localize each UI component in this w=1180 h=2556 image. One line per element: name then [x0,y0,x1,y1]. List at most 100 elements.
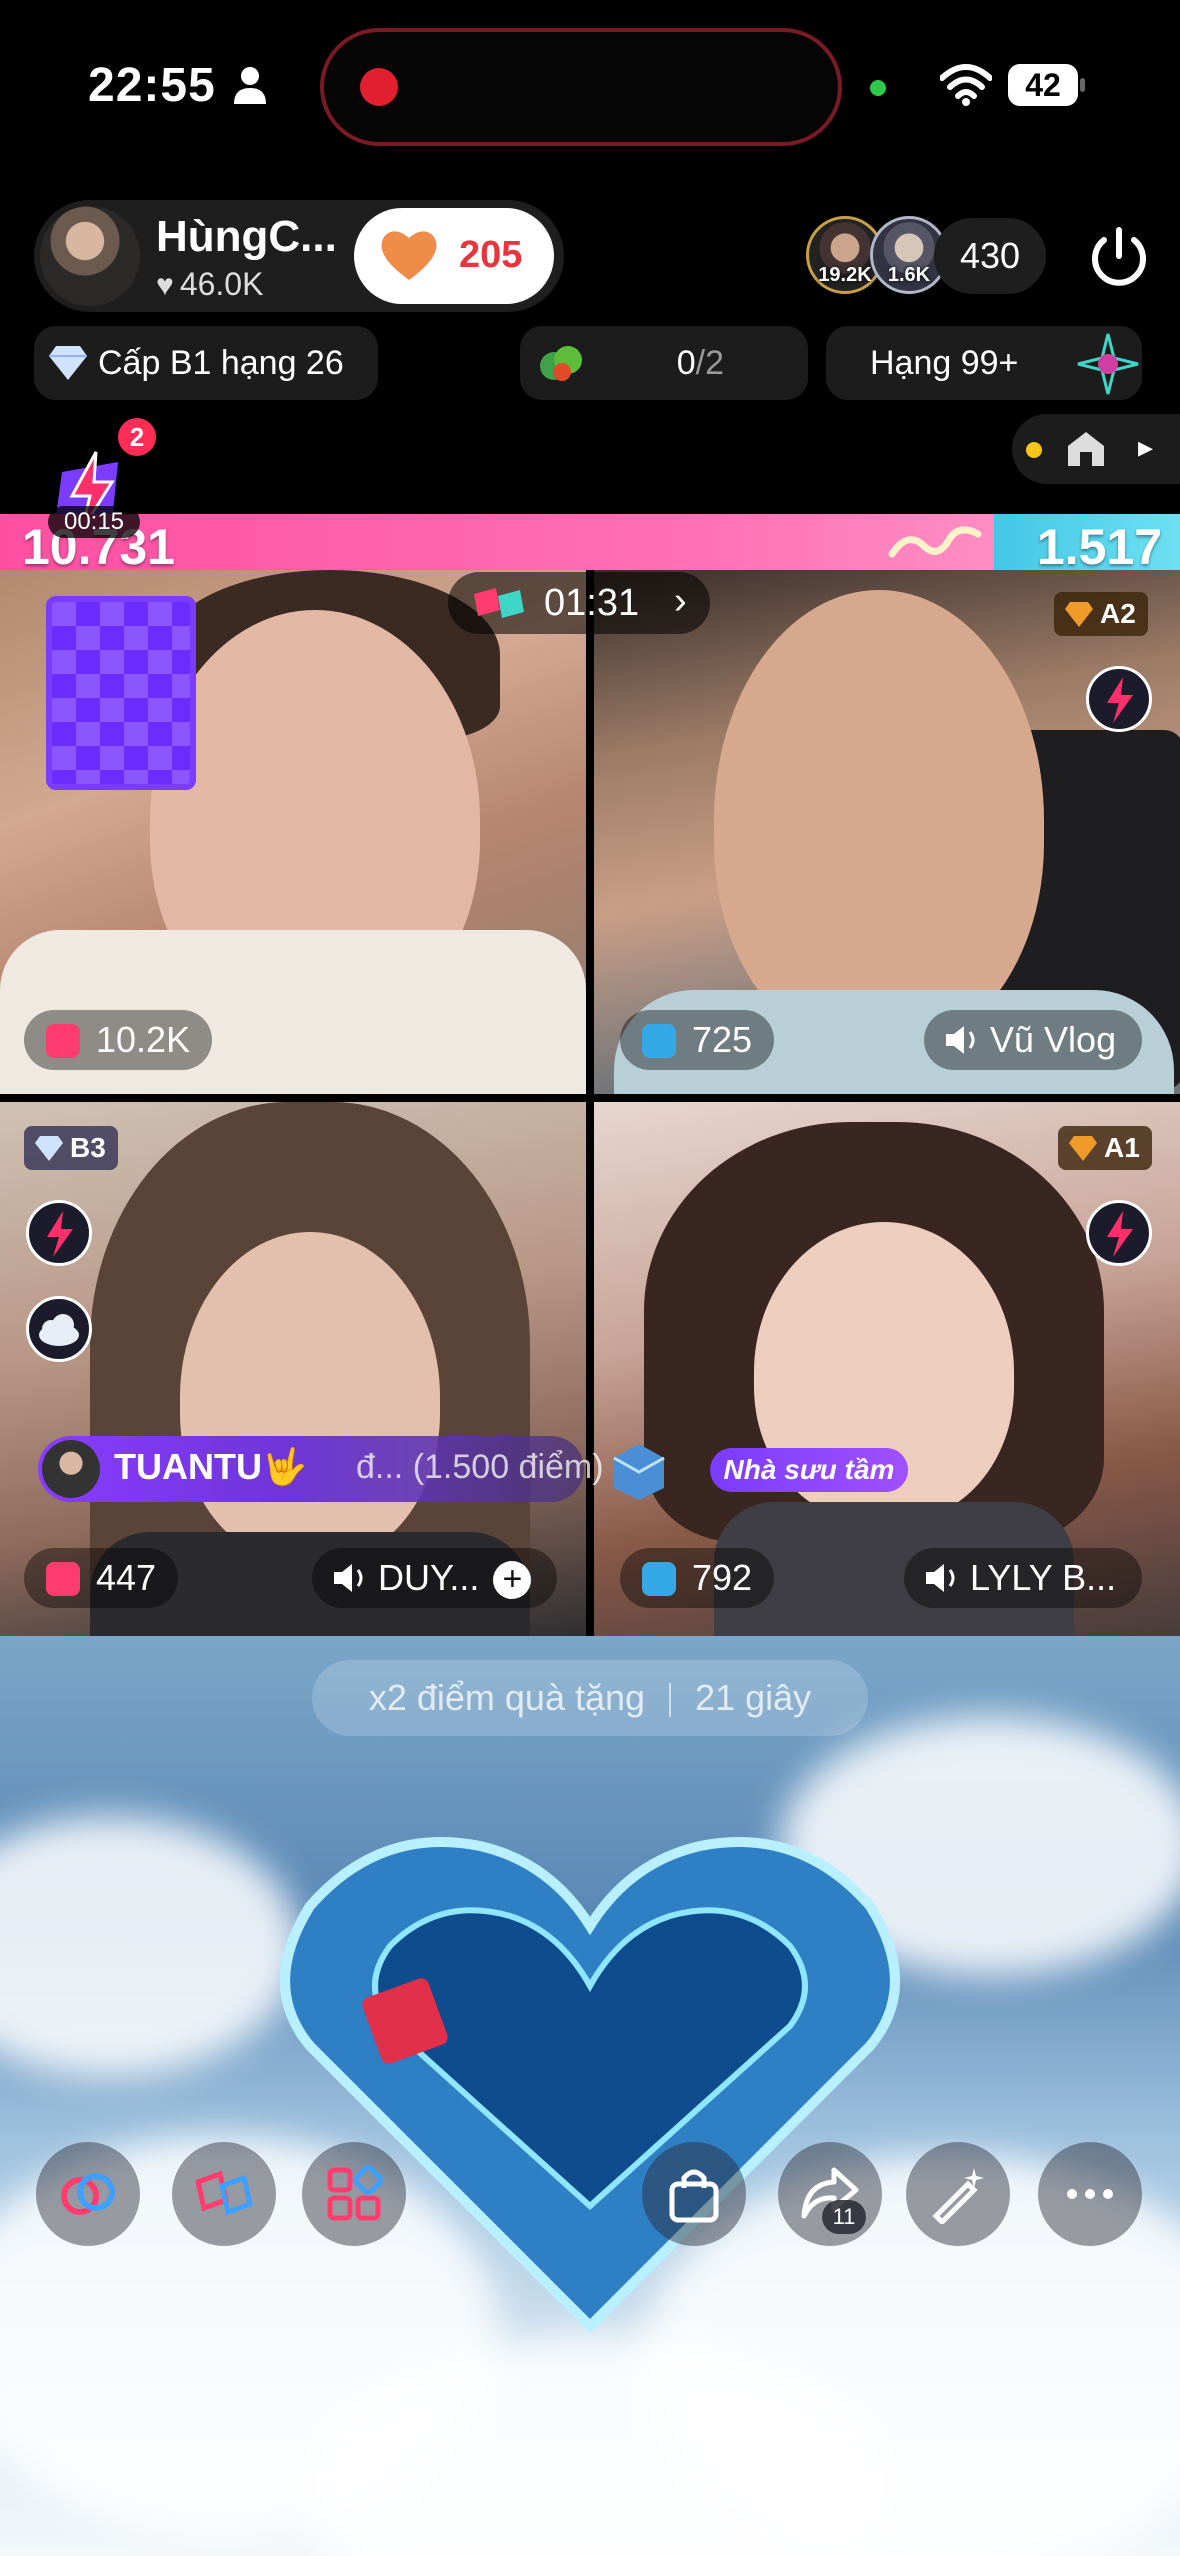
mini-controls[interactable]: ▸ [1012,414,1180,484]
alarm-icon [46,1024,80,1058]
vs-icon [474,588,524,618]
cloud-badge-icon[interactable] [26,1296,92,1362]
star-emblem-icon [1077,333,1139,395]
status-dot-icon [1026,442,1042,458]
bonus-banner: x2 điểm quà tặng 21 giây [312,1660,868,1736]
gift-score: 10.2K [96,1019,191,1060]
battery-icon: 42 [1008,64,1085,106]
level-label: Cấp B1 hạng 26 [98,344,344,382]
status-bar: 22:55 42 [0,0,1180,180]
host-name: HùngC... [156,212,337,261]
dragon-icon [888,526,982,558]
host-avatar[interactable] [40,206,140,306]
gift-score-pill[interactable]: 725 [620,1010,775,1070]
guest-name: Vũ Vlog [990,1019,1117,1060]
host-likes-count: 46.0K [179,266,264,302]
more-icon [1067,2189,1113,2199]
host-likes: ♥ 46.0K [156,266,263,303]
guest-name: DUY... [378,1557,480,1598]
gifter-avatar [42,1440,100,1498]
battle-score-bar: 10.731 1.517 [0,514,1180,575]
viewer-gift-count: 1.6K [887,264,931,286]
gift-animation-scene [0,1636,1180,2556]
score-right: 1.517 [1036,519,1162,575]
collector-badge: Nhà sưu tầm [710,1448,908,1492]
goal-chip[interactable]: 0/2 [520,326,808,400]
battle-timer[interactable]: 01:31 › [448,572,710,634]
level-chip: B3 [24,1126,118,1170]
shop-button[interactable] [642,2142,746,2246]
dynamic-island[interactable] [320,28,842,146]
gift-score-pill[interactable]: 10.2K [24,1010,213,1070]
top-viewers[interactable]: 19.2K 1.6K [806,216,948,300]
alarm-icon [642,1562,676,1596]
play-arrow-icon[interactable]: ▸ [1138,430,1153,465]
vs-icon [195,2170,253,2216]
guest-name-pill[interactable]: Vũ Vlog [924,1010,1143,1070]
battery-level: 42 [1008,64,1078,106]
link-button[interactable] [36,2142,140,2246]
rank-chip[interactable]: Hạng 99+ [826,326,1142,400]
gift-timer: 00:15 [48,506,140,538]
effects-button[interactable] [906,2142,1010,2246]
rank-label: Hạng 99+ [870,344,1019,382]
bonus-text: x2 điểm quà tặng [368,1677,646,1718]
power-icon[interactable] [1084,222,1154,292]
bonus-time: 21 giây [695,1677,812,1718]
battle-timer-text: 01:31 [544,582,640,624]
shopping-bag-icon [669,2169,719,2223]
guest-name: LYLY B... [970,1557,1117,1598]
lightning-badge-icon[interactable] [1086,1200,1152,1266]
apps-button[interactable] [302,2142,406,2246]
wifi-icon [940,64,992,106]
gift-badge: 2 [118,418,156,456]
level-chip: A1 [1058,1126,1152,1170]
gift-score-pill[interactable]: 792 [620,1548,775,1608]
diamond-icon [35,1136,63,1161]
gift-score-pill[interactable]: 447 [24,1548,179,1608]
guest-name-pill[interactable]: LYLY B... [904,1548,1143,1608]
lightning-badge-icon[interactable] [1086,666,1152,732]
link-icon [61,2173,115,2215]
level-label: B3 [70,1132,106,1163]
goal-total: /2 [695,344,724,382]
more-button[interactable] [1038,2142,1142,2246]
gift-score: 725 [692,1019,753,1060]
goal-current: 0 [676,344,696,382]
lightning-badge-icon[interactable] [26,1200,92,1266]
camera-indicator-icon [870,80,886,96]
diamond-icon [1069,1136,1097,1161]
status-time: 22:55 [88,59,216,112]
guest-name-pill[interactable]: DUY... + [312,1548,558,1608]
viewer-gift-count: 19.2K [818,264,872,286]
share-button[interactable]: 11 [778,2142,882,2246]
grid-icon [327,2165,383,2221]
speaker-icon [334,1564,363,1592]
home-icon[interactable] [1066,430,1106,468]
alarm-icon [46,1562,80,1596]
level-chip[interactable]: Cấp B1 hạng 26 [34,326,378,400]
person-icon [234,67,266,104]
level-chip: A2 [1054,592,1148,636]
building-icon [613,1444,665,1500]
top-gifter-banner[interactable]: TUANTU🤟 đ... (1.500 điểm) [38,1436,604,1502]
host-info[interactable]: HùngC... ♥ 46.0K 205 [34,200,564,312]
speaker-icon [926,1564,955,1592]
gift-score: 792 [692,1557,753,1598]
battle-button[interactable] [172,2142,276,2246]
level-label: A1 [1104,1132,1140,1163]
diamond-icon [1065,602,1093,627]
plus-icon[interactable]: + [493,1561,532,1600]
speaker-icon [946,1026,975,1054]
gift-goal-icon [540,346,582,381]
alarm-icon [642,1024,676,1058]
chevron-right-icon: › [674,580,687,622]
magic-wand-icon [932,2168,984,2224]
level-label: A2 [1100,598,1136,629]
heart-building-icon [280,1837,900,2334]
diamond-icon [49,346,87,380]
follow-count: 205 [459,234,523,276]
viewer-count[interactable]: 430 [934,218,1046,294]
card-sticker [46,596,196,790]
follow-button[interactable]: 205 [354,208,554,304]
